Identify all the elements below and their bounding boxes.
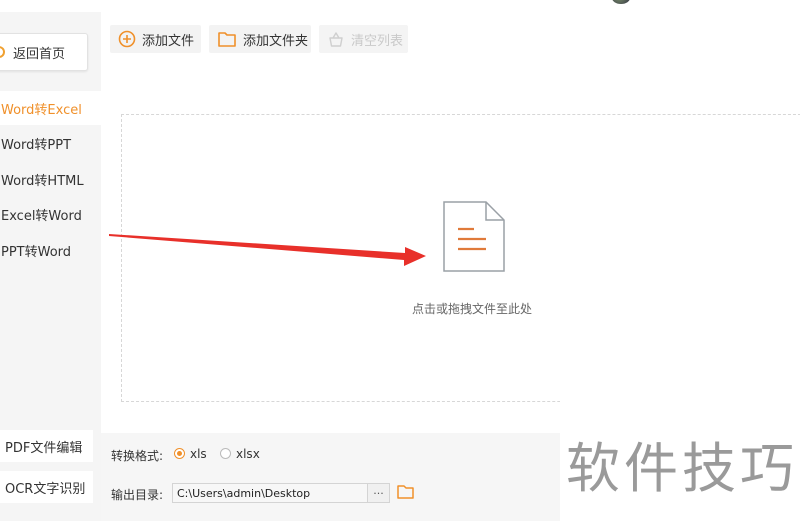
watermark-text: 软件技巧 [566, 437, 798, 500]
watermark: 软件技巧 [560, 398, 800, 521]
